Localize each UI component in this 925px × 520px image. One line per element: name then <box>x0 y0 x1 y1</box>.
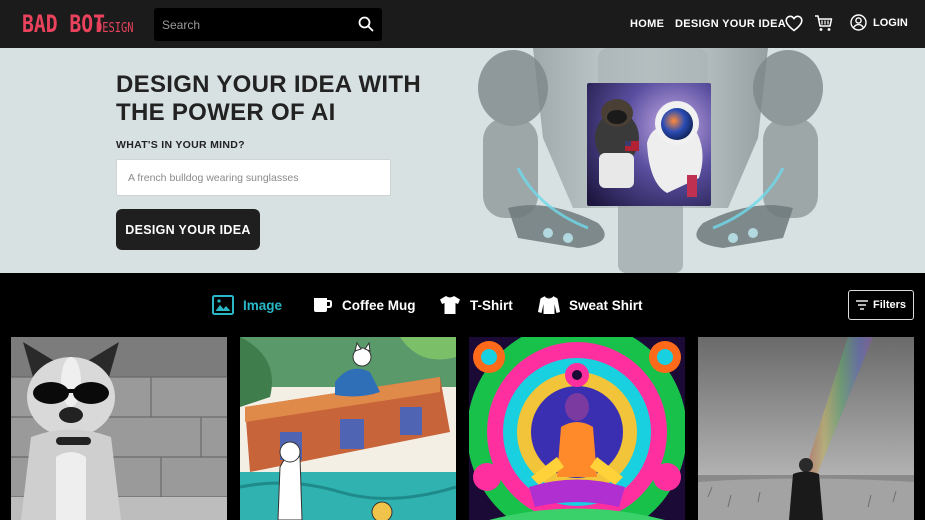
tab-tshirt-label: T-Shirt <box>470 297 513 313</box>
prompt-input[interactable] <box>116 159 391 196</box>
search-bar <box>154 8 382 41</box>
filters-label: Filters <box>872 299 906 311</box>
filter-icon <box>855 300 868 310</box>
gallery-item-meditation[interactable] <box>469 337 685 520</box>
tab-coffee-mug[interactable]: Coffee Mug <box>310 293 416 317</box>
brand-logo[interactable]: BAD BOT DESIGN <box>22 10 143 38</box>
gallery-item-rainbow[interactable] <box>698 337 914 520</box>
tab-image[interactable]: Image <box>211 293 282 317</box>
tab-image-label: Image <box>243 297 283 313</box>
psychedelic-meditation-image <box>469 337 685 520</box>
hero-title: DESIGN YOUR IDEA WITH THE POWER OF AI <box>116 71 421 126</box>
filters-button[interactable]: Filters <box>848 290 914 320</box>
prompt-label: WHAT'S IN YOUR MIND? <box>116 139 245 151</box>
cart-icon[interactable] <box>814 14 833 33</box>
nav-design-link[interactable]: DESIGN YOUR IDEA <box>675 0 786 48</box>
tab-sweat-shirt-label: Sweat Shirt <box>569 297 643 313</box>
search-icon[interactable] <box>358 16 374 32</box>
man-rainbow-field-image <box>698 337 914 520</box>
login-button[interactable]: LOGIN <box>850 14 908 31</box>
mug-icon <box>314 298 332 312</box>
top-navbar: BAD BOT DESIGN HOME DESIGN YOUR IDEA LOG… <box>0 0 925 48</box>
nav-home-link[interactable]: HOME <box>630 0 664 48</box>
category-bar: Image Coffee Mug T-Shirt Sweat Shirt Fil… <box>0 273 925 336</box>
astronaut-pug-image <box>587 83 711 206</box>
hero-section: DESIGN YOUR IDEA WITH THE POWER OF AI WH… <box>0 48 925 273</box>
bulldog-sunglasses-image <box>11 337 227 520</box>
tshirt-icon <box>440 296 460 314</box>
user-circle-icon <box>850 14 867 31</box>
watercolor-cats-image <box>240 337 456 520</box>
tab-tshirt[interactable]: T-Shirt <box>438 293 513 317</box>
logo-sub-text: DESIGN <box>96 21 134 36</box>
logo-main-text: BAD BOT <box>22 10 105 38</box>
sweatshirt-icon <box>538 295 560 314</box>
search-input[interactable] <box>154 8 344 41</box>
gallery-item-cats[interactable] <box>240 337 456 520</box>
gallery-item-bulldog[interactable] <box>11 337 227 520</box>
image-icon <box>212 295 234 315</box>
tab-coffee-mug-label: Coffee Mug <box>342 297 416 313</box>
design-idea-button[interactable]: DESIGN YOUR IDEA <box>116 209 260 250</box>
heart-icon[interactable] <box>785 15 803 32</box>
login-label: LOGIN <box>873 16 908 29</box>
tab-sweat-shirt[interactable]: Sweat Shirt <box>537 293 643 317</box>
